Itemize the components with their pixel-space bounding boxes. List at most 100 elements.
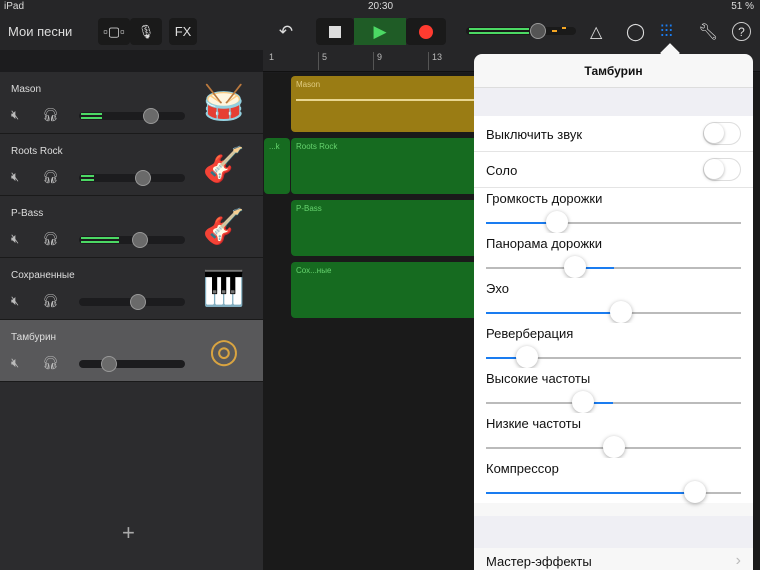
track-volume-slider[interactable] [79, 108, 185, 124]
track-controls-button[interactable]: ⫶⫶⫶ [660, 18, 673, 45]
mute-toggle[interactable] [703, 122, 741, 145]
record-icon [419, 24, 433, 39]
solo-toggle[interactable] [703, 158, 741, 181]
tracks-view-icon: ▫▢▫ [103, 23, 125, 39]
slider-label: Громкость дорожки [486, 191, 603, 206]
slider-thumb[interactable] [610, 301, 633, 323]
track-volume-slider[interactable] [79, 170, 185, 186]
solo-row: Соло [474, 152, 753, 188]
slider-row: Реверберация [474, 323, 753, 368]
tracks-view-button[interactable]: ▫▢▫ [98, 18, 130, 45]
bar-number: 13 [428, 52, 442, 70]
undo-button[interactable]: ↶ [275, 18, 297, 45]
clock: 20:30 [368, 1, 394, 12]
slider-thumb[interactable] [684, 481, 707, 503]
bar-number: 1 [269, 52, 275, 62]
add-track-button[interactable]: + [122, 520, 135, 546]
track-volume-slider[interactable] [79, 232, 185, 248]
toolbar: Мои песни ▫▢▫ 🎙 FX ↶ ▶ △ ◯ ⫶⫶⫶ 🔧︎ ? [0, 14, 760, 50]
stop-icon [329, 25, 341, 38]
slider-label: Высокие частоты [486, 371, 591, 386]
slider-thumb[interactable] [515, 346, 538, 368]
region-mason[interactable]: Mason [291, 76, 491, 132]
metronome-button[interactable]: △ [590, 18, 602, 45]
headphones-icon[interactable]: 🎧︎ [42, 293, 59, 309]
slider-track[interactable] [486, 211, 741, 233]
bass-guitar-icon[interactable]: 🎸 [200, 204, 248, 250]
track-controls-popover: Тамбурин Выключить звук Соло Громкость д… [474, 54, 753, 570]
slider-row: Низкие частоты [474, 413, 753, 458]
track-volume-slider[interactable] [79, 294, 185, 310]
mute-icon[interactable]: 🔇︎ [11, 355, 19, 371]
solo-label: Соло [486, 163, 518, 178]
loop-icon: ◯ [626, 21, 646, 41]
region-roots-rock-short[interactable]: ...k [264, 138, 290, 194]
bar-number: 5 [318, 52, 327, 70]
electric-guitar-icon[interactable]: 🎸 [200, 142, 248, 188]
region-label: Roots Rock [296, 142, 338, 151]
slider-label: Панорама дорожки [486, 236, 602, 251]
master-volume-thumb[interactable] [530, 23, 546, 39]
settings-button[interactable]: 🔧︎ [698, 18, 718, 45]
tambourine-icon[interactable]: ◎ [200, 328, 248, 374]
track-header[interactable]: Mason 🔇︎ 🎧︎ 🥁 [0, 72, 263, 134]
record-button[interactable] [406, 18, 446, 45]
mute-icon[interactable]: 🔇︎ [11, 169, 19, 185]
volume-thumb[interactable] [134, 170, 151, 186]
slider-track[interactable] [486, 256, 741, 278]
my-songs-button[interactable]: Мои песни [8, 24, 72, 39]
drums-icon[interactable]: 🥁 [200, 80, 248, 126]
track-volume-slider[interactable] [79, 356, 185, 372]
track-header[interactable]: P-Bass 🔇︎ 🎧︎ 🎸 [0, 196, 263, 258]
status-bar: iPad 20:30 51 % [0, 0, 760, 14]
volume-thumb[interactable] [100, 356, 117, 372]
slider-track[interactable] [486, 301, 741, 323]
track-name: Roots Rock [11, 146, 63, 157]
track-headers: Mason 🔇︎ 🎧︎ 🥁 Roots Rock 🔇︎ 🎧︎ 🎸 P-Bass 🔇︎… [0, 72, 263, 570]
region-saved[interactable]: Сох...ные [291, 262, 491, 318]
slider-track[interactable] [486, 346, 741, 368]
battery: 51 % [731, 1, 754, 12]
fx-button[interactable]: FX [169, 18, 197, 45]
volume-thumb[interactable] [132, 232, 149, 248]
track-name: Сохраненные [11, 270, 75, 281]
slider-label: Компрессор [486, 461, 559, 476]
track-header[interactable]: Тамбурин 🔇︎ 🎧︎ ◎ [0, 320, 263, 382]
bar-number: 9 [373, 52, 382, 70]
help-button[interactable]: ? [732, 22, 751, 41]
slider-thumb[interactable] [602, 436, 625, 458]
master-volume-slider[interactable] [466, 23, 576, 39]
mute-icon[interactable]: 🔇︎ [11, 107, 19, 123]
headphones-icon[interactable]: 🎧︎ [42, 169, 59, 185]
wrench-icon: 🔧︎ [698, 23, 719, 41]
mute-label: Выключить звук [486, 127, 583, 142]
slider-track[interactable] [486, 436, 741, 458]
headphones-icon[interactable]: 🎧︎ [42, 355, 59, 371]
slider-thumb[interactable] [564, 256, 587, 278]
region-label: Сох...ные [296, 266, 332, 275]
region-p-bass[interactable]: P-Bass [291, 200, 491, 256]
keyboard-icon[interactable]: 🎹 [200, 266, 248, 312]
loop-button[interactable]: ◯ [626, 18, 645, 45]
volume-thumb[interactable] [143, 108, 160, 124]
headphones-icon[interactable]: 🎧︎ [42, 231, 59, 247]
play-button[interactable]: ▶ [354, 18, 406, 45]
headphones-icon[interactable]: 🎧︎ [42, 107, 59, 123]
metronome-icon: △ [590, 23, 603, 41]
track-header[interactable]: Сохраненные 🔇︎ 🎧︎ 🎹 [0, 258, 263, 320]
region-roots-rock[interactable]: Roots Rock [291, 138, 491, 194]
slider-track[interactable] [486, 481, 741, 503]
volume-thumb[interactable] [130, 294, 147, 310]
level-meter [81, 113, 103, 119]
slider-row: Эхо [474, 278, 753, 323]
level-meter [81, 237, 120, 243]
slider-thumb[interactable] [546, 211, 569, 233]
stop-button[interactable] [316, 18, 354, 45]
track-header[interactable]: Roots Rock 🔇︎ 🎧︎ 🎸 [0, 134, 263, 196]
master-effects-item[interactable]: Мастер-эффекты [486, 554, 592, 569]
slider-track[interactable] [486, 391, 741, 413]
mic-button[interactable]: 🎙 [130, 18, 162, 45]
mute-icon[interactable]: 🔇︎ [11, 231, 19, 247]
slider-thumb[interactable] [571, 391, 594, 413]
mute-icon[interactable]: 🔇︎ [11, 293, 19, 309]
